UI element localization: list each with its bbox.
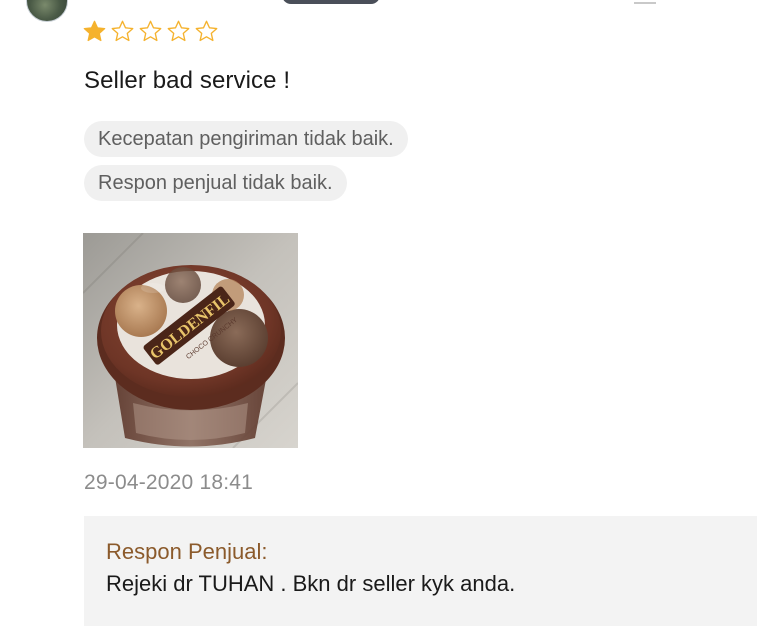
- star-filled-icon: [83, 20, 106, 42]
- product-jar-image: GOLDENFIL CHOCO CRUNCHY: [83, 233, 298, 448]
- user-avatar[interactable]: [26, 0, 68, 22]
- review-tag: Respon penjual tidak baik.: [84, 165, 347, 201]
- more-options-icon[interactable]: [634, 0, 656, 4]
- star-rating: [82, 19, 219, 44]
- seller-response-label: Respon Penjual:: [106, 539, 268, 564]
- user-badge: [282, 0, 380, 4]
- seller-response-box: Respon Penjual: Rejeki dr TUHAN . Bkn dr…: [84, 516, 757, 626]
- star-empty-icon: [167, 20, 190, 42]
- star-empty-icon: [111, 20, 134, 42]
- review-timestamp: 29-04-2020 18:41: [84, 471, 254, 494]
- star-empty-icon: [195, 20, 218, 42]
- review-text: Seller bad service !: [84, 67, 291, 94]
- review-card: Seller bad service ! Kecepatan pengirima…: [0, 0, 779, 640]
- review-tag: Kecepatan pengiriman tidak baik.: [84, 121, 408, 157]
- review-photo[interactable]: GOLDENFIL CHOCO CRUNCHY: [83, 233, 298, 448]
- seller-response-text: Rejeki dr TUHAN . Bkn dr seller kyk anda…: [106, 571, 516, 596]
- star-empty-icon: [139, 20, 162, 42]
